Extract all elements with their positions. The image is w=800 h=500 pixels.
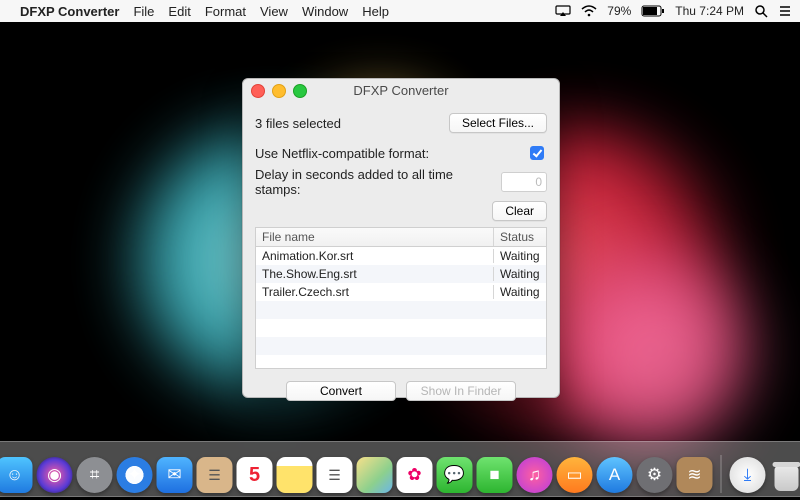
dock-maps[interactable]: [357, 457, 393, 493]
notification-center-icon[interactable]: [778, 5, 792, 17]
dock-siri[interactable]: ◉: [37, 457, 73, 493]
dock-finder[interactable]: ☺: [0, 457, 33, 493]
wifi-icon[interactable]: [581, 5, 597, 17]
menu-edit[interactable]: Edit: [168, 4, 190, 19]
dock-contacts[interactable]: ☰: [197, 457, 233, 493]
close-icon[interactable]: [251, 84, 265, 98]
cell-filename: Animation.Kor.srt: [256, 249, 494, 263]
menubar: DFXP Converter File Edit Format View Win…: [0, 0, 800, 22]
dock-ibooks[interactable]: ▭: [557, 457, 593, 493]
cell-filename: Trailer.Czech.srt: [256, 285, 494, 299]
cell-status: Waiting: [494, 267, 546, 281]
cell-filename: The.Show.Eng.srt: [256, 267, 494, 281]
desktop: DFXP Converter File Edit Format View Win…: [0, 0, 800, 500]
clear-button[interactable]: Clear: [492, 201, 547, 221]
dock-messages[interactable]: 💬: [437, 457, 473, 493]
files-selected-label: 3 files selected: [255, 116, 341, 131]
minimize-icon[interactable]: [272, 84, 286, 98]
netflix-format-checkbox[interactable]: [530, 146, 544, 160]
menu-help[interactable]: Help: [362, 4, 389, 19]
dock-photos[interactable]: ✿: [397, 457, 433, 493]
dock-downloads[interactable]: ⤓: [730, 457, 766, 493]
column-header-status[interactable]: Status: [494, 228, 546, 246]
airplay-icon[interactable]: [555, 5, 571, 17]
show-in-finder-button[interactable]: Show In Finder: [406, 381, 516, 401]
battery-icon[interactable]: [641, 5, 665, 17]
delay-label: Delay in seconds added to all time stamp…: [255, 167, 501, 197]
dock-facetime[interactable]: ■: [477, 457, 513, 493]
dock-dfxp-converter[interactable]: ≋: [677, 457, 713, 493]
dock-reminders[interactable]: ☰: [317, 457, 353, 493]
file-table[interactable]: File name Status Animation.Kor.srt Waiti…: [255, 227, 547, 369]
table-row[interactable]: Animation.Kor.srt Waiting: [256, 247, 546, 265]
table-row[interactable]: Trailer.Czech.srt Waiting: [256, 283, 546, 301]
app-window: DFXP Converter 3 files selected Select F…: [242, 78, 560, 398]
column-header-filename[interactable]: File name: [256, 228, 494, 246]
spotlight-icon[interactable]: [754, 4, 768, 18]
dock-calendar[interactable]: 5: [237, 457, 273, 493]
convert-button[interactable]: Convert: [286, 381, 396, 401]
menubar-clock[interactable]: Thu 7:24 PM: [675, 4, 744, 18]
menu-view[interactable]: View: [260, 4, 288, 19]
delay-seconds-field[interactable]: [501, 172, 547, 192]
dock-launchpad[interactable]: ⌗: [77, 457, 113, 493]
dock-preferences[interactable]: ⚙: [637, 457, 673, 493]
select-files-button[interactable]: Select Files...: [449, 113, 547, 133]
netflix-format-label: Use Netflix-compatible format:: [255, 146, 429, 161]
battery-percent: 79%: [607, 4, 631, 18]
table-row[interactable]: The.Show.Eng.srt Waiting: [256, 265, 546, 283]
dock-itunes[interactable]: ♫: [517, 457, 553, 493]
dock-safari[interactable]: ✦: [117, 457, 153, 493]
titlebar[interactable]: DFXP Converter: [243, 79, 559, 101]
cell-status: Waiting: [494, 285, 546, 299]
menubar-app-name[interactable]: DFXP Converter: [20, 4, 119, 19]
menu-file[interactable]: File: [133, 4, 154, 19]
cell-status: Waiting: [494, 249, 546, 263]
dock-appstore[interactable]: A: [597, 457, 633, 493]
window-title: DFXP Converter: [353, 83, 448, 98]
dock-notes[interactable]: [277, 457, 313, 493]
dock-trash[interactable]: [770, 457, 800, 493]
zoom-icon[interactable]: [293, 84, 307, 98]
dock-mail[interactable]: ✉: [157, 457, 193, 493]
dock: ☺◉⌗✦✉☰5☰✿💬■♫▭A⚙≋⤓: [0, 441, 800, 497]
menu-window[interactable]: Window: [302, 4, 348, 19]
menu-format[interactable]: Format: [205, 4, 246, 19]
